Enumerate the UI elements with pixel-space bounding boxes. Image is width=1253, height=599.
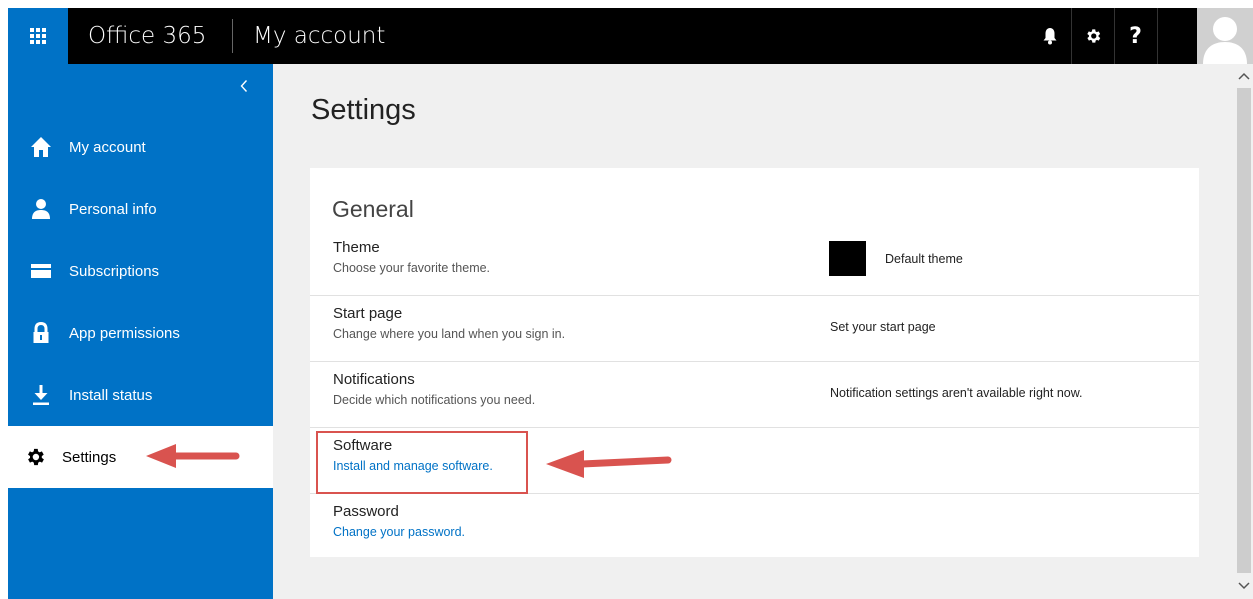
toolbar-divider [1157, 8, 1158, 64]
setting-row-start-page[interactable]: Start page Change where you land when yo… [310, 296, 1199, 362]
setting-label: Password [333, 503, 399, 520]
install-software-link[interactable]: Install and manage software. [333, 459, 493, 473]
notifications-button[interactable] [1028, 8, 1071, 64]
chevron-down-icon [1238, 582, 1250, 590]
sidebar-item-my-account[interactable]: My account [8, 116, 273, 178]
settings-button[interactable] [1071, 8, 1114, 64]
sidebar-item-app-permissions[interactable]: App permissions [8, 302, 273, 364]
sidebar-item-label: Personal info [69, 200, 157, 218]
setting-row-password[interactable]: Password Change your password. [310, 494, 1199, 559]
app-title[interactable]: My account [253, 8, 385, 64]
sidebar-item-label: My account [69, 138, 146, 156]
sidebar-item-label: Subscriptions [69, 262, 160, 280]
setting-value: Notification settings aren't available r… [830, 386, 1083, 400]
gear-icon [1086, 29, 1100, 43]
page-title: Settings [311, 94, 416, 126]
sidebar-item-subscriptions[interactable]: Subscriptions [8, 240, 273, 302]
sidebar-item-install-status[interactable]: Install status [8, 364, 273, 426]
sidebar-item-label: App permissions [69, 324, 180, 342]
user-avatar-icon [1197, 8, 1253, 64]
help-icon: ? [1129, 23, 1142, 49]
setting-description: Choose your favorite theme. [333, 261, 491, 275]
help-button[interactable]: ? [1114, 8, 1157, 64]
setting-row-notifications[interactable]: Notifications Decide which notifications… [310, 362, 1199, 428]
app-launcher-icon [30, 28, 46, 44]
chevron-left-icon [240, 80, 248, 92]
home-icon [30, 136, 52, 158]
setting-label: Notifications [333, 371, 415, 388]
gear-icon [24, 446, 46, 468]
collapse-nav-button[interactable] [234, 74, 254, 98]
setting-label: Theme [333, 239, 380, 256]
setting-value: Default theme [885, 252, 963, 266]
bell-icon [1043, 28, 1056, 45]
card-icon [30, 260, 52, 282]
header-divider [232, 19, 233, 53]
change-password-link[interactable]: Change your password. [333, 525, 465, 539]
theme-swatch[interactable] [829, 241, 866, 276]
sidebar-item-personal-info[interactable]: Personal info [8, 178, 273, 240]
main-content: Settings General Theme Choose your favor… [273, 64, 1235, 599]
scroll-down-button[interactable] [1235, 576, 1253, 596]
chevron-up-icon [1238, 72, 1250, 80]
annotation-arrow-icon [146, 444, 240, 468]
setting-label: Start page [333, 305, 403, 322]
lock-icon [30, 322, 52, 344]
top-bar: Office 365 My account ? [8, 8, 1253, 64]
app-launcher-button[interactable] [8, 8, 68, 64]
sidebar-item-label: Settings [62, 448, 117, 466]
setting-label: Software [333, 437, 393, 454]
scroll-thumb[interactable] [1237, 88, 1251, 573]
setting-value: Set your start page [830, 320, 936, 334]
scroll-up-button[interactable] [1235, 66, 1253, 86]
download-icon [30, 384, 52, 406]
user-avatar[interactable] [1197, 8, 1253, 64]
settings-card: General Theme Choose your favorite theme… [310, 168, 1199, 557]
person-icon [30, 198, 52, 220]
section-title: General [332, 196, 414, 222]
setting-row-software[interactable]: Software Install and manage software. [310, 428, 1199, 494]
brand-name[interactable]: Office 365 [88, 8, 206, 64]
setting-description: Decide which notifications you need. [333, 393, 536, 407]
setting-description: Change where you land when you sign in. [333, 327, 566, 341]
sidebar-item-label: Install status [69, 386, 153, 404]
annotation-arrow-icon [546, 450, 672, 478]
vertical-scrollbar[interactable] [1235, 64, 1253, 599]
setting-row-theme[interactable]: Theme Choose your favorite theme. Defaul… [310, 230, 1199, 296]
left-navigation: My account Personal info Subscriptions A… [8, 64, 273, 599]
